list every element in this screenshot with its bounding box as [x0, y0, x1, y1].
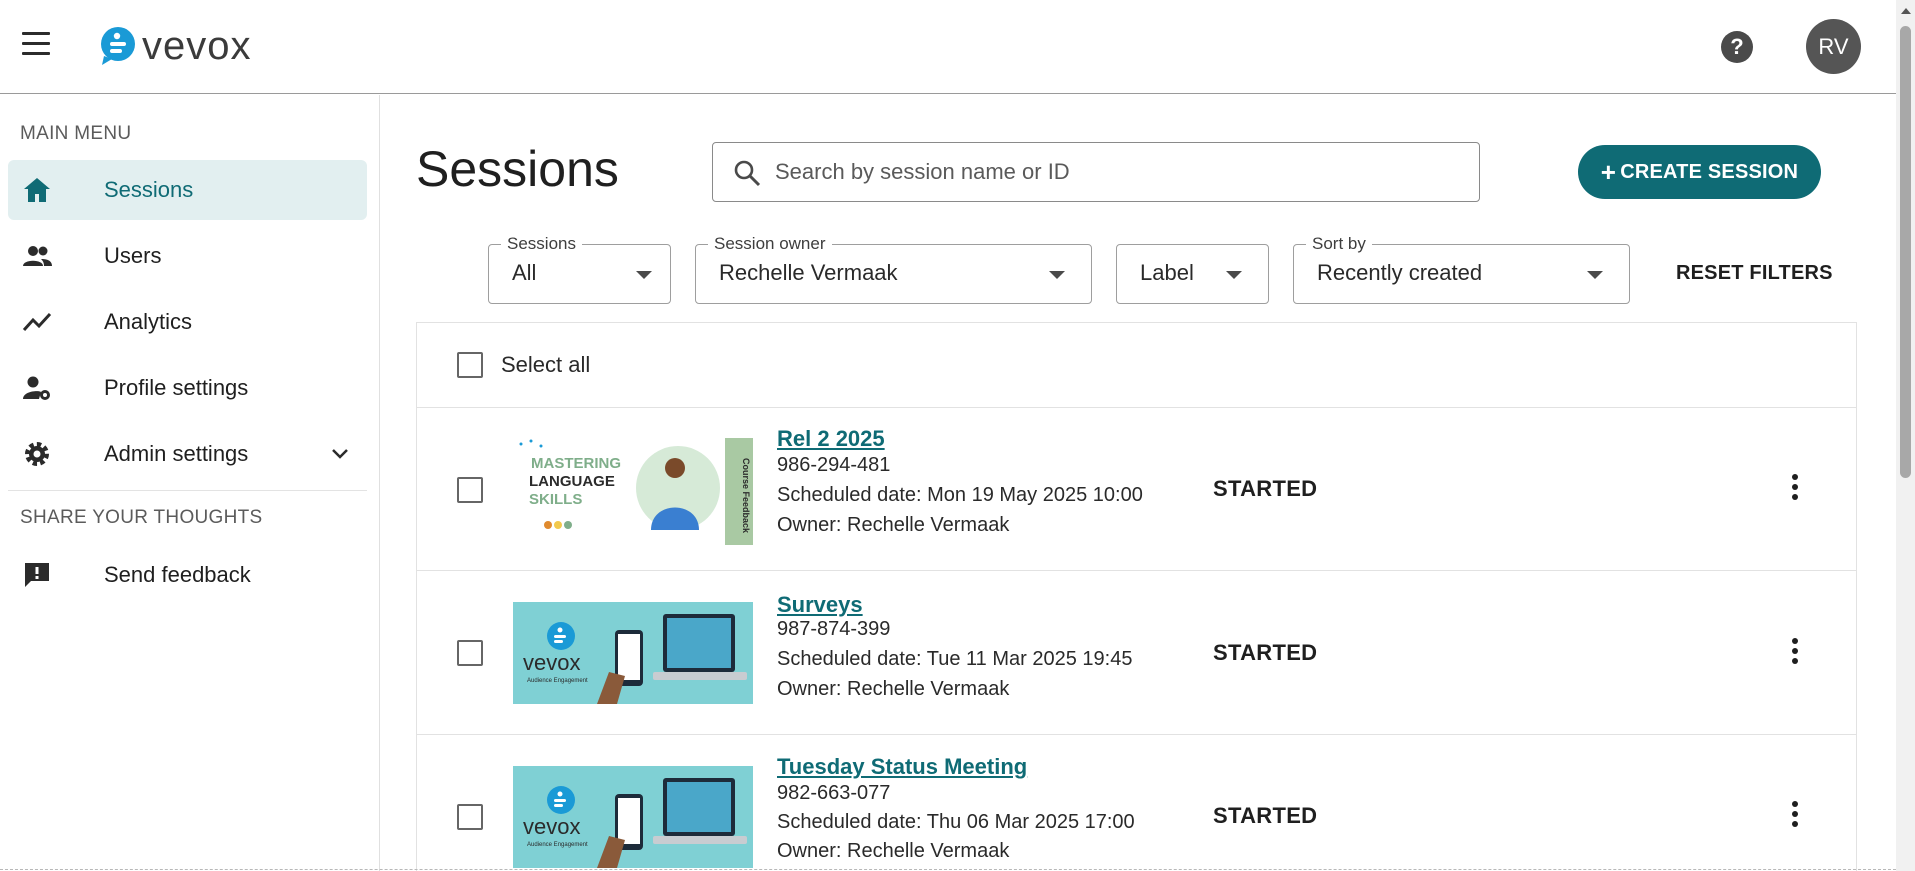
- row-checkbox[interactable]: [457, 640, 483, 666]
- sidebar-item-profile-settings[interactable]: Profile settings: [8, 358, 367, 418]
- analytics-icon: [22, 312, 52, 332]
- table-row[interactable]: vevox Audience Engagement Surveys 987-87…: [417, 572, 1856, 735]
- sidebar-item-label: Sessions: [104, 177, 194, 202]
- more-options-icon[interactable]: [1781, 638, 1809, 670]
- status-badge: STARTED: [1213, 476, 1318, 501]
- vevox-logo[interactable]: vevox: [98, 26, 252, 66]
- sidebar-item-send-feedback[interactable]: Send feedback: [8, 545, 367, 605]
- page-scrollbar[interactable]: [1896, 0, 1915, 871]
- sidebar: MAIN MENU Sessions Users Analytics Profi…: [0, 95, 380, 871]
- feedback-icon: [25, 563, 49, 587]
- session-id: 982-663-077: [777, 782, 891, 804]
- sort-by-select[interactable]: Sort by Recently created: [1293, 234, 1630, 304]
- filter-legend: Sessions: [501, 234, 582, 254]
- select-all-row: Select all: [417, 323, 1856, 408]
- caret-down-icon: [1587, 271, 1603, 279]
- select-all-label: Select all: [501, 352, 591, 377]
- thumb-text: Course Feedback: [741, 458, 751, 534]
- users-icon: [23, 246, 52, 266]
- share-thoughts-label: SHARE YOUR THOUGHTS: [20, 507, 263, 528]
- sidebar-item-label: Users: [104, 243, 162, 268]
- caret-down-icon: [1049, 271, 1065, 279]
- filter-value: All: [512, 260, 537, 285]
- scroll-up-arrow-icon[interactable]: [1901, 8, 1911, 14]
- sidebar-item-admin-settings[interactable]: Admin settings: [8, 424, 367, 484]
- session-list: Select all MASTERING LANGUAGE SKILLS Cou…: [416, 322, 1857, 871]
- session-name-link[interactable]: Tuesday Status Meeting: [777, 754, 1027, 780]
- thumb-sub-text: Audience Engagement: [527, 678, 588, 684]
- session-owner-filter-select[interactable]: Session owner Rechelle Vermaak: [695, 234, 1092, 304]
- select-all-checkbox[interactable]: [457, 352, 483, 378]
- thumb-logo-text: vevox: [523, 650, 580, 675]
- session-owner: Owner: Rechelle Vermaak: [777, 514, 1010, 536]
- sidebar-item-label: Analytics: [104, 309, 193, 334]
- sidebar-item-label: Admin settings: [104, 441, 249, 466]
- more-options-icon[interactable]: [1781, 474, 1809, 506]
- session-name-link[interactable]: Rel 2 2025: [777, 426, 885, 452]
- scroll-thumb[interactable]: [1900, 26, 1911, 478]
- table-row[interactable]: MASTERING LANGUAGE SKILLS Course Feedbac…: [417, 408, 1856, 571]
- main-menu-label: MAIN MENU: [20, 123, 132, 144]
- thumb-sub-text: Audience Engagement: [527, 842, 588, 848]
- sessions-filter-select[interactable]: Sessions All: [488, 234, 671, 304]
- session-thumbnail: MASTERING LANGUAGE SKILLS Course Feedbac…: [513, 438, 753, 545]
- chevron-down-icon[interactable]: [330, 444, 350, 464]
- session-owner: Owner: Rechelle Vermaak: [777, 678, 1010, 700]
- row-checkbox[interactable]: [457, 477, 483, 503]
- sidebar-item-users[interactable]: Users: [8, 226, 367, 286]
- thumb-logo-text: vevox: [523, 814, 580, 839]
- session-owner: Owner: Rechelle Vermaak: [777, 840, 1010, 862]
- filter-value: Rechelle Vermaak: [719, 260, 898, 285]
- plus-icon: +: [1600, 157, 1617, 187]
- session-thumbnail: vevox Audience Engagement: [513, 766, 753, 868]
- row-checkbox[interactable]: [457, 804, 483, 830]
- search-input[interactable]: [775, 151, 1465, 193]
- create-session-button[interactable]: + CREATE SESSION: [1578, 145, 1821, 199]
- reset-filters-button[interactable]: RESET FILTERS: [1676, 262, 1833, 285]
- caret-down-icon: [1226, 271, 1242, 279]
- status-badge: STARTED: [1213, 640, 1318, 665]
- vevox-logo-icon: [101, 27, 135, 65]
- sidebar-item-sessions[interactable]: Sessions: [8, 160, 367, 220]
- session-scheduled-date: Scheduled date: Thu 06 Mar 2025 17:00: [777, 811, 1135, 833]
- home-icon: [24, 178, 50, 202]
- session-scheduled-date: Scheduled date: Mon 19 May 2025 10:00: [777, 484, 1143, 506]
- top-header: vevox ? RV: [0, 0, 1896, 94]
- label-filter-select[interactable]: Label: [1116, 244, 1269, 304]
- session-thumbnail: vevox Audience Engagement: [513, 602, 753, 704]
- filter-legend: Session owner: [708, 234, 832, 254]
- sidebar-divider: [8, 490, 367, 491]
- search-box[interactable]: [712, 142, 1480, 202]
- sidebar-item-label: Send feedback: [104, 562, 251, 587]
- help-icon[interactable]: ?: [1721, 31, 1753, 63]
- more-options-icon[interactable]: [1781, 801, 1809, 833]
- search-icon: [734, 160, 761, 187]
- profile-settings-icon: [23, 376, 50, 400]
- page-title: Sessions: [416, 141, 619, 197]
- session-id: 987-874-399: [777, 618, 891, 640]
- thumb-text: SKILLS: [529, 491, 582, 508]
- sidebar-item-label: Profile settings: [104, 375, 249, 400]
- caret-down-icon: [636, 271, 652, 279]
- create-session-label: CREATE SESSION: [1620, 160, 1799, 183]
- filter-value: Label: [1140, 260, 1194, 285]
- status-badge: STARTED: [1213, 803, 1318, 828]
- thumb-text: LANGUAGE: [529, 473, 615, 490]
- logo-text: vevox: [142, 24, 252, 68]
- table-row[interactable]: vevox Audience Engagement Tuesday Status…: [417, 736, 1856, 871]
- avatar[interactable]: RV: [1806, 19, 1861, 74]
- filter-value: Recently created: [1317, 260, 1483, 285]
- hamburger-menu-icon[interactable]: [22, 32, 52, 58]
- session-id: 986-294-481: [777, 454, 891, 476]
- thumb-text: MASTERING: [531, 455, 621, 472]
- gear-icon: [25, 442, 49, 466]
- sidebar-item-analytics[interactable]: Analytics: [8, 292, 367, 352]
- session-scheduled-date: Scheduled date: Tue 11 Mar 2025 19:45: [777, 648, 1133, 670]
- filter-legend: Sort by: [1306, 234, 1372, 254]
